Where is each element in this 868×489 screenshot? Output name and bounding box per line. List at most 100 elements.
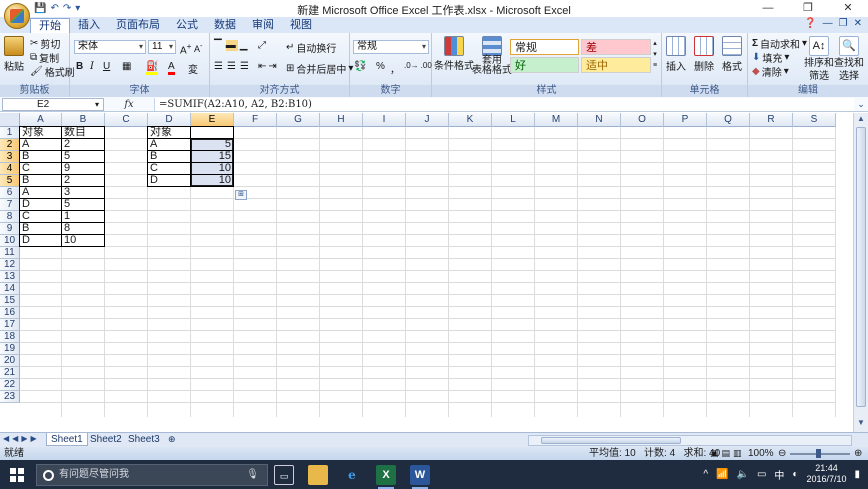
cell-b7[interactable]: 5 bbox=[62, 199, 104, 210]
worksheet-grid[interactable]: A B C D E F G H I J K L M N O P Q R S 1 2 3 4 5 6 7 8 9 10 11 12 13 14 15… bbox=[0, 113, 853, 432]
view-buttons[interactable]: ▣▤▥ bbox=[710, 447, 745, 460]
column-header-d[interactable]: D bbox=[148, 113, 191, 127]
autofill-options-icon[interactable]: ⊞ bbox=[235, 190, 247, 200]
volume-icon[interactable]: 🔈 bbox=[736, 469, 748, 480]
vertical-scroll-thumb[interactable] bbox=[856, 127, 866, 407]
row-header-18[interactable]: 18 bbox=[0, 331, 20, 343]
sheet-tab-sheet3[interactable]: Sheet3 bbox=[124, 433, 164, 446]
file-explorer-icon[interactable] bbox=[308, 465, 328, 485]
row-header-11[interactable]: 11 bbox=[0, 247, 20, 259]
column-header-h[interactable]: H bbox=[320, 113, 363, 127]
cell-e3[interactable]: 15 bbox=[191, 151, 233, 162]
font-color-button[interactable]: A bbox=[168, 61, 175, 75]
insert-cells-button[interactable]: 插入 bbox=[666, 36, 686, 73]
windows-start-icon[interactable] bbox=[10, 468, 24, 482]
column-header-m[interactable]: M bbox=[535, 113, 578, 127]
indent-buttons[interactable]: ⇤ ⇥ bbox=[258, 61, 277, 72]
horizontal-scroll-thumb[interactable] bbox=[541, 437, 681, 444]
ribbon-close-icon[interactable]: ✕ bbox=[854, 18, 862, 29]
italic-button[interactable]: I bbox=[90, 61, 94, 72]
cell-a2[interactable]: A bbox=[20, 139, 61, 150]
formula-input[interactable]: =SUMIF(A2:A10, A2, B2:B10) bbox=[154, 97, 854, 111]
cell-e2[interactable]: 5 bbox=[191, 139, 233, 150]
style-bad[interactable]: 差 bbox=[581, 39, 651, 55]
cell-b5[interactable]: 2 bbox=[62, 175, 104, 186]
cortana-search-box[interactable]: 有问题尽管问我 🎙 bbox=[36, 464, 268, 486]
column-header-q[interactable]: Q bbox=[707, 113, 750, 127]
currency-button[interactable]: 💱 bbox=[354, 61, 366, 72]
format-painter-button[interactable]: 🖌 格式刷 bbox=[30, 64, 75, 79]
row-header-19[interactable]: 19 bbox=[0, 343, 20, 355]
ime-mode-icon[interactable]: ◐ bbox=[792, 469, 798, 480]
grow-font-button[interactable]: A+ bbox=[180, 41, 192, 56]
cell-a5[interactable]: B bbox=[20, 175, 61, 186]
tab-data[interactable]: 数据 bbox=[206, 18, 244, 33]
row-header-23[interactable]: 23 bbox=[0, 391, 20, 403]
last-sheet-icon[interactable]: ▶ bbox=[30, 434, 39, 443]
row-header-7[interactable]: 7 bbox=[0, 199, 20, 211]
decimal-buttons[interactable]: .0→ .00 bbox=[404, 61, 432, 70]
row-header-1[interactable]: 1 bbox=[0, 127, 20, 139]
restore-button[interactable]: ❐ bbox=[788, 0, 828, 17]
cell-a8[interactable]: C bbox=[20, 211, 61, 222]
row-header-9[interactable]: 9 bbox=[0, 223, 20, 235]
select-all-corner[interactable] bbox=[0, 113, 20, 127]
tray-expand-icon[interactable]: ^ bbox=[703, 469, 708, 480]
ribbon-minimize-icon[interactable]: — bbox=[823, 18, 833, 29]
column-header-b[interactable]: B bbox=[62, 113, 105, 127]
cell-b9[interactable]: 8 bbox=[62, 223, 104, 234]
format-as-table-button[interactable]: 套用 表格格式 bbox=[472, 36, 512, 76]
bold-button[interactable]: B bbox=[76, 61, 83, 72]
row-header-8[interactable]: 8 bbox=[0, 211, 20, 223]
row-header-5[interactable]: 5 bbox=[0, 175, 20, 187]
tab-page-layout[interactable]: 页面布局 bbox=[108, 18, 168, 33]
row-header-13[interactable]: 13 bbox=[0, 271, 20, 283]
ribbon-restore-icon[interactable]: ❐ bbox=[839, 18, 848, 29]
action-center-icon[interactable]: ▮ bbox=[854, 469, 860, 480]
column-header-l[interactable]: L bbox=[492, 113, 535, 127]
sheet-tab-sheet2[interactable]: Sheet2 bbox=[86, 433, 126, 446]
merge-center-button[interactable]: ⊞ 合并后居中 ▾ bbox=[286, 61, 353, 76]
cell-e4[interactable]: 10 bbox=[191, 163, 233, 174]
horizontal-scrollbar[interactable] bbox=[528, 435, 852, 446]
copy-button[interactable]: ⧉ 复制 bbox=[30, 50, 59, 65]
fx-icon[interactable]: fx bbox=[104, 99, 154, 110]
row-header-22[interactable]: 22 bbox=[0, 379, 20, 391]
wrap-text-button[interactable]: ↵ 自动换行 bbox=[286, 40, 336, 55]
zoom-out-icon[interactable]: ⊖ bbox=[778, 447, 786, 460]
cell-a10[interactable]: D bbox=[20, 235, 61, 246]
ime-indicator[interactable]: 中 bbox=[774, 467, 784, 482]
internet-explorer-icon[interactable]: e bbox=[342, 465, 362, 485]
save-icon[interactable]: 💾 bbox=[34, 3, 46, 14]
row-header-15[interactable]: 15 bbox=[0, 295, 20, 307]
task-view-icon[interactable]: ▭ bbox=[274, 465, 294, 485]
delete-cells-button[interactable]: 删除 bbox=[694, 36, 714, 73]
autosum-button[interactable]: Σ 自动求和 ▾ bbox=[752, 36, 807, 51]
cell-a6[interactable]: A bbox=[20, 187, 61, 198]
excel-taskbar-icon[interactable]: X bbox=[376, 465, 396, 489]
cell-d1[interactable]: 对象 bbox=[148, 127, 190, 138]
scroll-up-icon[interactable]: ▲ bbox=[854, 114, 868, 126]
find-select-button[interactable]: 🔍 查找和 选择 bbox=[834, 36, 864, 82]
zoom-slider-knob[interactable] bbox=[816, 449, 821, 458]
row-header-14[interactable]: 14 bbox=[0, 283, 20, 295]
cell-b2[interactable]: 2 bbox=[62, 139, 104, 150]
first-sheet-icon[interactable]: ◀ bbox=[3, 434, 12, 443]
office-button[interactable] bbox=[4, 3, 30, 29]
column-header-g[interactable]: G bbox=[277, 113, 320, 127]
close-button[interactable]: ✕ bbox=[828, 0, 868, 17]
notification-icon[interactable]: ▭ bbox=[757, 469, 766, 480]
cell-a7[interactable]: D bbox=[20, 199, 61, 210]
word-taskbar-icon[interactable]: W bbox=[410, 465, 430, 489]
cell-a3[interactable]: B bbox=[20, 151, 61, 162]
conditional-format-button[interactable]: 条件格式 bbox=[434, 36, 474, 72]
minimize-button[interactable]: — bbox=[748, 0, 788, 17]
cell-d5[interactable]: D bbox=[148, 175, 190, 186]
font-name-select[interactable]: 宋体 ▾ bbox=[74, 40, 146, 54]
column-header-n[interactable]: N bbox=[578, 113, 621, 127]
row-header-16[interactable]: 16 bbox=[0, 307, 20, 319]
column-header-o[interactable]: O bbox=[621, 113, 664, 127]
cell-e5[interactable]: 10 bbox=[191, 175, 233, 186]
page-break-view-icon[interactable]: ▥ bbox=[733, 448, 745, 458]
fill-button[interactable]: ⬇ 填充 ▾ bbox=[752, 50, 789, 65]
